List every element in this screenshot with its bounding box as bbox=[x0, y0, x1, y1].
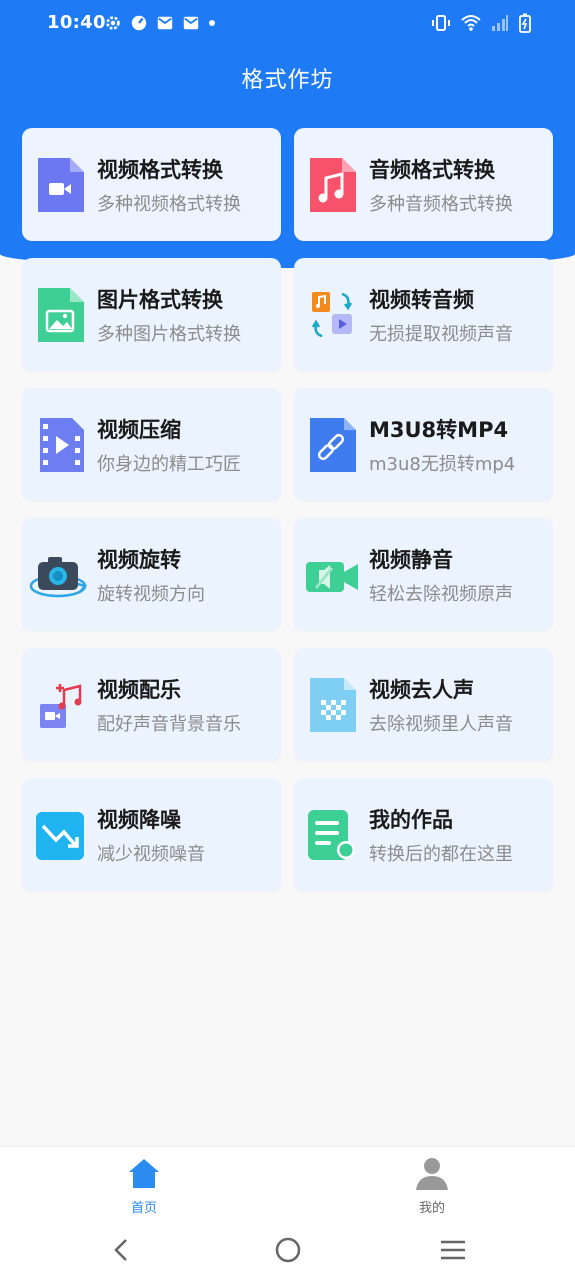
film-strip-icon bbox=[40, 418, 84, 472]
speed-icon bbox=[131, 15, 147, 31]
trend-down-icon bbox=[36, 812, 84, 860]
card-title: 我的作品 bbox=[369, 808, 453, 832]
card-title: 视频降噪 bbox=[97, 808, 181, 832]
menu-icon[interactable] bbox=[439, 1238, 467, 1262]
settings-icon bbox=[106, 16, 120, 30]
page-title: 格式作坊 bbox=[241, 68, 334, 93]
card-subtitle: 旋转视频方向 bbox=[97, 584, 205, 605]
card-subtitle: 多种图片格式转换 bbox=[97, 324, 241, 345]
card-video-denoise[interactable]: 视频降噪 减少视频噪音 bbox=[22, 778, 281, 891]
card-subtitle: 转换后的都在这里 bbox=[369, 844, 513, 865]
vibrate-icon bbox=[432, 15, 450, 31]
tab-mine[interactable]: 我的 bbox=[392, 1155, 472, 1216]
card-subtitle: 无损提取视频声音 bbox=[369, 324, 513, 345]
card-title: 视频配乐 bbox=[97, 678, 181, 702]
card-title: 视频压缩 bbox=[97, 418, 181, 442]
card-subtitle: 配好声音背景音乐 bbox=[97, 714, 241, 735]
card-subtitle: 轻松去除视频原声 bbox=[369, 584, 513, 605]
card-title: 视频去人声 bbox=[369, 678, 474, 702]
mail-icon-2 bbox=[183, 16, 199, 30]
card-title: 视频转音频 bbox=[369, 288, 474, 312]
home-icon bbox=[129, 1159, 159, 1188]
home-circle-icon[interactable] bbox=[274, 1236, 302, 1264]
card-video-format-convert[interactable]: 视频格式转换 多种视频格式转换 bbox=[22, 128, 281, 241]
checker-file-icon bbox=[310, 678, 356, 732]
feature-grid: 视频格式转换 多种视频格式转换 音频格式转换 多种音频格式转换 图片格式转换 多… bbox=[22, 128, 553, 891]
card-video-music[interactable]: 视频配乐 配好声音背景音乐 bbox=[22, 648, 281, 761]
status-bar: 10:40 bbox=[0, 0, 575, 48]
card-audio-format-convert[interactable]: 音频格式转换 多种音频格式转换 bbox=[294, 128, 553, 241]
card-remove-vocals[interactable]: 视频去人声 去除视频里人声音 bbox=[294, 648, 553, 761]
back-icon[interactable] bbox=[108, 1237, 134, 1263]
wifi-icon bbox=[461, 15, 481, 31]
bottom-tab-bar: 首页 我的 bbox=[0, 1146, 575, 1225]
card-video-mute[interactable]: 视频静音 轻松去除视频原声 bbox=[294, 518, 553, 631]
video-mute-icon bbox=[306, 562, 358, 592]
camera-rotate-icon bbox=[29, 557, 88, 598]
card-image-format-convert[interactable]: 图片格式转换 多种图片格式转换 bbox=[22, 258, 281, 371]
card-title: 音频格式转换 bbox=[369, 158, 495, 182]
mail-icon bbox=[157, 16, 173, 30]
card-subtitle: 多种音频格式转换 bbox=[369, 194, 513, 215]
card-title: M3U8转MP4 bbox=[369, 418, 509, 442]
notification-dot-icon bbox=[209, 20, 215, 26]
card-m3u8-to-mp4[interactable]: M3U8转MP4 m3u8无损转mp4 bbox=[294, 388, 553, 501]
link-file-icon bbox=[310, 418, 356, 472]
image-file-icon bbox=[38, 288, 84, 342]
card-my-works[interactable]: 我的作品 转换后的都在这里 bbox=[294, 778, 553, 891]
card-subtitle: 减少视频噪音 bbox=[97, 844, 205, 865]
document-list-icon bbox=[308, 810, 355, 860]
signal-icon bbox=[492, 15, 508, 31]
system-nav-bar bbox=[0, 1224, 575, 1280]
tab-home[interactable]: 首页 bbox=[104, 1155, 184, 1216]
video-file-icon bbox=[38, 158, 84, 212]
card-title: 视频格式转换 bbox=[97, 158, 223, 182]
card-subtitle: m3u8无损转mp4 bbox=[369, 454, 516, 475]
add-music-icon bbox=[40, 684, 82, 728]
audio-file-icon bbox=[310, 158, 356, 212]
tab-label: 首页 bbox=[130, 1201, 157, 1216]
tab-label: 我的 bbox=[418, 1201, 445, 1216]
battery-charging-icon bbox=[519, 13, 531, 33]
card-title: 图片格式转换 bbox=[97, 288, 223, 312]
card-subtitle: 多种视频格式转换 bbox=[97, 194, 241, 215]
card-video-to-audio[interactable]: 视频转音频 无损提取视频声音 bbox=[294, 258, 553, 371]
user-icon bbox=[416, 1158, 448, 1190]
status-time: 10:40 bbox=[47, 12, 106, 33]
card-subtitle: 你身边的精工巧匠 bbox=[97, 454, 241, 475]
card-title: 视频静音 bbox=[369, 548, 453, 572]
video-to-audio-icon bbox=[311, 292, 353, 338]
card-title: 视频旋转 bbox=[97, 548, 181, 572]
card-subtitle: 去除视频里人声音 bbox=[369, 714, 513, 735]
card-video-rotate[interactable]: 视频旋转 旋转视频方向 bbox=[22, 518, 281, 631]
card-video-compress[interactable]: 视频压缩 你身边的精工巧匠 bbox=[22, 388, 281, 501]
